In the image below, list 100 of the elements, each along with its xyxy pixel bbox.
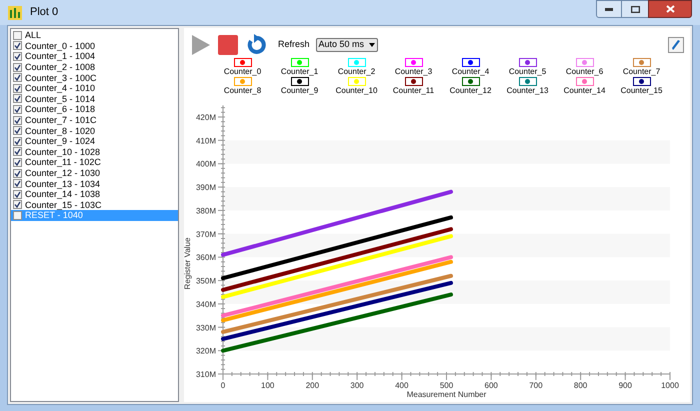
legend-label: Counter_10 — [336, 86, 378, 95]
list-item[interactable]: Counter_11 - 102C — [11, 157, 178, 168]
legend-label: Counter_15 — [620, 86, 662, 95]
legend-label: Counter_8 — [224, 86, 262, 95]
app-icon — [8, 6, 22, 20]
y-tick-label: 350M — [196, 276, 216, 286]
list-item[interactable]: Counter_7 - 101C — [11, 114, 178, 126]
edit-button[interactable] — [668, 37, 684, 53]
list-item[interactable]: Counter_13 - 1034 — [11, 178, 178, 189]
list-item[interactable]: Counter_14 - 1038 — [11, 188, 178, 200]
x-tick-label: 500 — [440, 381, 454, 390]
checkbox[interactable] — [13, 62, 22, 72]
list-item-label: Counter_12 - 1030 — [25, 168, 100, 178]
x-tick-label: 200 — [306, 381, 320, 390]
close-button[interactable] — [648, 0, 692, 18]
list-item[interactable]: Counter_12 - 1030 — [11, 168, 178, 178]
list-item-label: Counter_14 - 1038 — [25, 189, 100, 200]
list-item[interactable]: Counter_1 - 1004 — [11, 51, 178, 62]
y-tick-label: 330M — [196, 323, 216, 332]
checkbox[interactable] — [13, 126, 22, 136]
checkbox[interactable] — [13, 147, 22, 156]
list-item-label: Counter_3 - 100C — [25, 72, 97, 83]
list-item[interactable]: Counter_4 - 1010 — [11, 82, 178, 94]
x-tick-label: 300 — [350, 381, 364, 390]
play-button[interactable] — [190, 34, 212, 56]
list-item[interactable]: ALL — [11, 30, 178, 41]
list-item[interactable]: Counter_9 - 1024 — [11, 136, 178, 147]
x-tick-label: 900 — [618, 381, 632, 390]
checkbox[interactable] — [13, 104, 22, 114]
legend-label: Counter_1 — [280, 67, 318, 76]
checkbox[interactable] — [13, 94, 22, 104]
checkbox[interactable] — [13, 73, 22, 82]
y-tick-label: 420M — [196, 113, 216, 122]
legend-label: Counter_12 — [450, 86, 492, 95]
legend-label: Counter_14 — [564, 86, 606, 95]
checkbox[interactable] — [13, 158, 22, 167]
legend-label: Counter_6 — [566, 67, 604, 76]
list-item-label: Counter_10 - 1028 — [25, 146, 100, 157]
list-item[interactable]: Counter_5 - 1014 — [11, 94, 178, 104]
checkbox[interactable] — [13, 30, 22, 40]
y-tick-label: 340M — [196, 300, 216, 309]
checkbox[interactable] — [13, 41, 22, 50]
checkbox[interactable] — [13, 179, 22, 188]
list-item-label: ALL — [25, 30, 42, 40]
list-item-label: Counter_0 - 1000 — [25, 40, 96, 51]
x-tick-label: 1000 — [661, 381, 679, 390]
list-item-label: Counter_8 - 1020 — [25, 126, 96, 136]
legend-label: Counter_4 — [452, 67, 490, 76]
list-item[interactable]: Counter_6 - 1018 — [11, 104, 178, 115]
checkbox[interactable] — [13, 200, 22, 210]
close-icon — [666, 5, 674, 13]
y-tick-label: 400M — [196, 160, 216, 169]
x-tick-label: 0 — [220, 381, 226, 390]
refresh-dropdown[interactable]: Auto 50 ms — [316, 38, 378, 52]
y-tick-label: 380M — [196, 206, 216, 216]
list-item[interactable]: Counter_0 - 1000 — [11, 40, 178, 52]
legend-label: Counter_11 — [392, 86, 434, 95]
x-axis-title: Measurement Number — [406, 390, 486, 399]
checkbox[interactable] — [13, 190, 22, 199]
window-title: Plot 0 — [30, 5, 58, 20]
x-tick-label: 600 — [484, 381, 498, 390]
list-item-label: Counter_15 - 103C — [25, 200, 102, 210]
checkbox[interactable] — [13, 210, 22, 220]
y-tick-label: 360M — [196, 253, 216, 262]
list-item-label: Counter_11 - 102C — [25, 157, 101, 168]
play-icon — [192, 35, 210, 55]
x-tick-label: 700 — [529, 381, 543, 390]
legend-label: Counter_5 — [508, 67, 546, 76]
x-tick-label: 400 — [395, 381, 408, 390]
caret-icon — [369, 43, 376, 47]
legend-label: Counter_7 — [622, 67, 660, 76]
list-item-label: Counter_1 - 1004 — [25, 51, 96, 62]
x-tick-label: 100 — [261, 381, 274, 390]
list-item-label: Counter_9 - 1024 — [25, 136, 96, 146]
list-item[interactable]: Counter_15 - 103C — [11, 200, 178, 210]
list-item-label: Counter_4 - 1010 — [25, 83, 96, 94]
list-item-label: RESET - 1040 — [25, 210, 83, 220]
checkbox[interactable] — [13, 168, 22, 178]
refresh-icon — [245, 34, 267, 56]
y-axis-title: Register Value — [184, 238, 192, 290]
legend-label: Counter_13 — [506, 86, 548, 95]
minimize-icon — [605, 8, 613, 10]
list-item[interactable]: Counter_10 - 1028 — [11, 146, 178, 158]
y-tick-label: 410M — [196, 136, 216, 146]
list-item[interactable]: Counter_3 - 100C — [11, 72, 178, 83]
list-item-label: Counter_7 - 101C — [25, 115, 97, 126]
list-item[interactable]: Counter_2 - 1008 — [11, 62, 178, 72]
checkbox[interactable] — [13, 116, 22, 125]
minimize-button[interactable] — [596, 0, 622, 18]
pencil-icon — [671, 39, 681, 51]
list-item[interactable]: Counter_8 - 1020 — [11, 125, 178, 136]
list-item-label: Counter_6 - 1018 — [25, 104, 96, 114]
checkbox[interactable] — [13, 52, 22, 61]
list-item-label: Counter_5 - 1014 — [25, 94, 96, 104]
maximize-button[interactable] — [622, 0, 648, 18]
checkbox[interactable] — [13, 136, 22, 146]
checkbox[interactable] — [13, 84, 22, 93]
list-item-label: Counter_2 - 1008 — [25, 62, 96, 72]
legend-label: Counter_9 — [280, 86, 318, 95]
y-tick-label: 390M — [196, 183, 216, 192]
